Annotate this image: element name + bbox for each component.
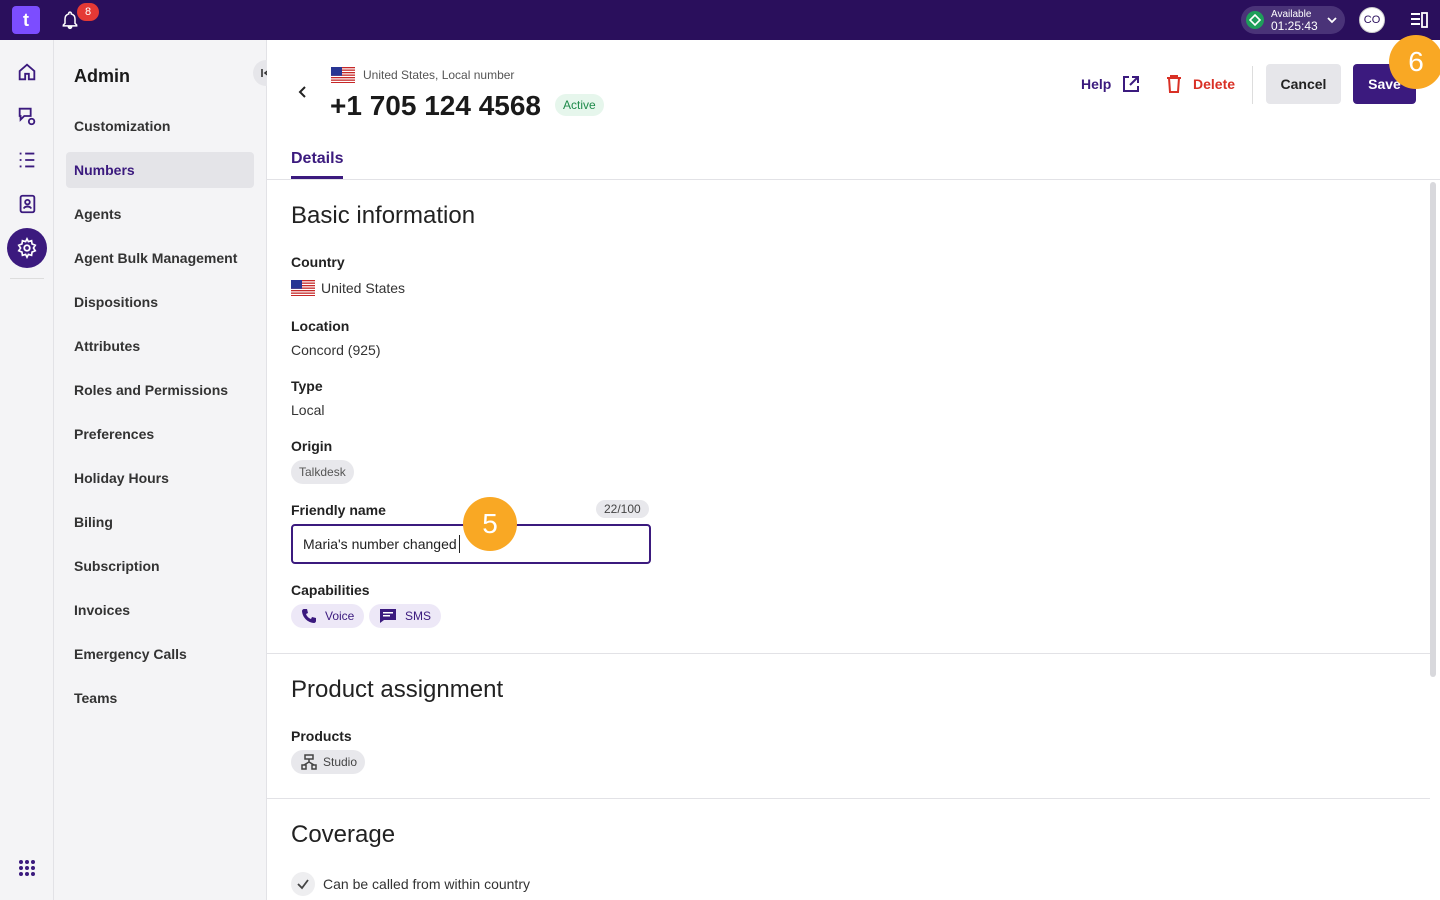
sidebar-item-customization[interactable]: Customization bbox=[66, 108, 254, 144]
rail-divider bbox=[10, 278, 44, 279]
list-icon[interactable] bbox=[7, 140, 47, 180]
country-text: United States bbox=[321, 280, 406, 296]
talkdesk-logo[interactable]: t bbox=[12, 6, 40, 34]
home-icon[interactable] bbox=[7, 52, 47, 92]
sidebar-item-holiday-hours[interactable]: Holiday Hours bbox=[66, 460, 254, 496]
step-marker-5: 5 bbox=[463, 497, 517, 551]
sidebar-item-emergency-calls[interactable]: Emergency Calls bbox=[66, 636, 254, 672]
sidebar-item-agents[interactable]: Agents bbox=[66, 196, 254, 232]
text-caret bbox=[458, 535, 460, 553]
conversations-icon[interactable] bbox=[7, 96, 47, 136]
sidebar-item-roles-permissions[interactable]: Roles and Permissions bbox=[66, 372, 254, 408]
origin-label: Origin bbox=[291, 438, 333, 454]
external-link-icon bbox=[1123, 76, 1140, 92]
coverage-item: Can be called from within country bbox=[291, 872, 530, 896]
coverage-title: Coverage bbox=[291, 821, 396, 848]
side-panel-icon[interactable] bbox=[1409, 10, 1429, 35]
friendly-name-label: Friendly name bbox=[291, 502, 386, 518]
agent-status-selector[interactable]: Available 01:25:43 bbox=[1241, 6, 1345, 34]
product-studio-chip: Studio bbox=[291, 750, 366, 774]
admin-nav: Customization Numbers Agents Agent Bulk … bbox=[66, 108, 254, 724]
header-divider bbox=[1252, 66, 1253, 104]
status-badge: Active bbox=[555, 94, 604, 116]
message-icon bbox=[380, 609, 396, 623]
capability-sms-chip: SMS bbox=[369, 604, 442, 628]
capability-sms-label: SMS bbox=[405, 609, 432, 623]
cancel-button[interactable]: Cancel bbox=[1266, 64, 1341, 104]
product-studio-label: Studio bbox=[323, 755, 358, 769]
sidebar-item-invoices[interactable]: Invoices bbox=[66, 592, 254, 628]
number-subtitle-text: United States, Local number bbox=[363, 68, 515, 82]
phone-icon bbox=[302, 609, 316, 623]
sidebar-item-preferences[interactable]: Preferences bbox=[66, 416, 254, 452]
location-label: Location bbox=[291, 318, 350, 334]
tab-details[interactable]: Details bbox=[291, 150, 344, 179]
step-marker-6: 6 bbox=[1389, 35, 1440, 89]
us-flag-icon bbox=[291, 280, 315, 296]
status-available-icon bbox=[1246, 11, 1264, 29]
products-label: Products bbox=[291, 728, 352, 744]
studio-flow-icon bbox=[301, 754, 317, 770]
back-arrow-icon[interactable] bbox=[293, 80, 313, 104]
scrollbar[interactable] bbox=[1430, 182, 1436, 677]
section-divider bbox=[267, 653, 1430, 654]
sidebar-item-billing[interactable]: Biling bbox=[66, 504, 254, 540]
tab-bar: Details bbox=[267, 148, 1440, 180]
sidebar-title: Admin bbox=[74, 66, 130, 86]
contacts-icon[interactable] bbox=[7, 184, 47, 224]
delete-label: Delete bbox=[1193, 76, 1236, 92]
status-text: Available 01:25:43 bbox=[1271, 9, 1318, 32]
admin-sidebar: Admin Customization Numbers Agents Agent… bbox=[54, 40, 279, 900]
chevron-down-icon bbox=[1325, 13, 1339, 32]
location-value: Concord (925) bbox=[291, 342, 381, 358]
capability-voice-chip: Voice bbox=[291, 604, 365, 628]
user-avatar[interactable]: CO bbox=[1359, 7, 1385, 33]
delete-button[interactable]: Delete bbox=[1165, 74, 1235, 94]
notification-badge: 8 bbox=[77, 3, 99, 21]
apps-grid-icon[interactable] bbox=[7, 848, 47, 888]
section-divider bbox=[267, 798, 1430, 799]
character-counter: 22/100 bbox=[596, 500, 649, 518]
friendly-name-value: Maria's number changed bbox=[303, 536, 457, 552]
help-link[interactable]: Help bbox=[1081, 74, 1141, 94]
sidebar-item-teams[interactable]: Teams bbox=[66, 680, 254, 716]
phone-number-title: +1 705 124 4568 bbox=[330, 90, 541, 121]
trash-icon bbox=[1167, 75, 1181, 93]
product-assignment-title: Product assignment bbox=[291, 676, 504, 703]
admin-gear-icon[interactable] bbox=[7, 228, 47, 268]
sidebar-item-agent-bulk-management[interactable]: Agent Bulk Management bbox=[66, 240, 254, 276]
type-label: Type bbox=[291, 378, 323, 394]
check-icon bbox=[291, 872, 315, 896]
sidebar-item-subscription[interactable]: Subscription bbox=[66, 548, 254, 584]
top-bar: t 8 Available 01:25:43 CO bbox=[0, 0, 1440, 40]
coverage-item-label: Can be called from within country bbox=[323, 876, 530, 892]
capabilities-label: Capabilities bbox=[291, 582, 370, 598]
app-rail bbox=[0, 40, 54, 900]
sidebar-item-numbers[interactable]: Numbers bbox=[66, 152, 254, 188]
country-value: United States bbox=[291, 280, 405, 296]
help-label: Help bbox=[1081, 76, 1112, 92]
main-content: United States, Local number +1 705 124 4… bbox=[267, 40, 1440, 900]
type-value: Local bbox=[291, 402, 325, 418]
capability-voice-label: Voice bbox=[325, 609, 355, 623]
status-timer: 01:25:43 bbox=[1271, 19, 1318, 33]
sidebar-item-dispositions[interactable]: Dispositions bbox=[66, 284, 254, 320]
country-label: Country bbox=[291, 254, 345, 270]
basic-information-title: Basic information bbox=[291, 202, 476, 229]
sidebar-item-attributes[interactable]: Attributes bbox=[66, 328, 254, 364]
number-subtitle: United States, Local number bbox=[331, 67, 514, 83]
us-flag-icon bbox=[331, 67, 355, 83]
origin-chip: Talkdesk bbox=[291, 460, 354, 484]
